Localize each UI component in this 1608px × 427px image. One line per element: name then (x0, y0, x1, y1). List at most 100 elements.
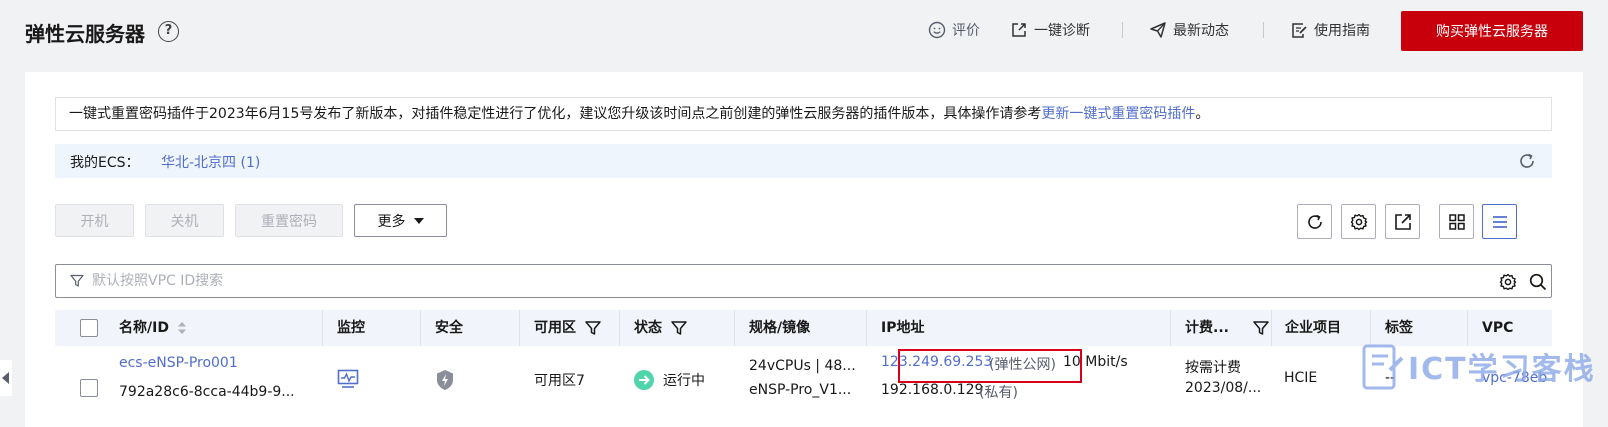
column-header-security: 安全 (435, 310, 463, 346)
column-label: 计费... (1185, 320, 1229, 336)
shield-icon[interactable] (435, 369, 455, 391)
public-ip[interactable]: 123.249.69.253 (881, 354, 992, 370)
column-header-status[interactable]: 状态 (634, 310, 688, 346)
status-text: 运行中 (663, 373, 705, 389)
image-text: eNSP-Pro_V1... (749, 382, 852, 398)
export-button[interactable] (1385, 204, 1420, 239)
page-header: 弹性云服务器 ? 评价 一键诊断 最新动态 使用指南 购买弹性云服务器 (0, 0, 1608, 64)
column-divider (420, 310, 421, 346)
running-status-icon (634, 370, 654, 390)
guide-link[interactable]: 使用指南 (1290, 20, 1370, 40)
column-label: 状态 (634, 320, 662, 336)
column-header-ip: IP地址 (881, 310, 924, 346)
select-all-checkbox[interactable] (80, 319, 98, 337)
billing-date: 2023/08/... (1185, 380, 1262, 396)
column-header-spec: 规格/镜像 (749, 310, 810, 346)
region-link[interactable]: 华北-北京四 (1) (161, 152, 260, 172)
region-label: 我的ECS： (70, 155, 140, 171)
column-label: 名称/ID (119, 320, 169, 336)
list-view-icon (1492, 215, 1507, 228)
search-icon[interactable] (1528, 272, 1548, 292)
refresh-list-button[interactable] (1297, 204, 1332, 239)
help-icon[interactable]: ? (158, 21, 179, 42)
buy-ecs-button[interactable]: 购买弹性云服务器 (1401, 11, 1583, 51)
grid-view-icon (1448, 213, 1465, 230)
diagnose-label: 一键诊断 (1034, 23, 1090, 39)
private-ip: 192.168.0.129 (881, 382, 984, 398)
column-divider (866, 310, 867, 346)
external-edit-icon (1012, 23, 1026, 37)
header-divider (1263, 22, 1264, 38)
filter-icon[interactable] (584, 319, 602, 337)
gear-icon (1350, 213, 1367, 230)
column-label: 可用区 (534, 320, 576, 336)
notice-suffix: 。 (1195, 106, 1210, 122)
watermark: ICT学习客栈 (1360, 338, 1600, 408)
bandwidth: 10 Mbit/s (1063, 354, 1128, 370)
more-dropdown[interactable]: 更多 (354, 204, 447, 237)
filter-icon[interactable] (670, 319, 688, 337)
column-header-project: 企业项目 (1285, 310, 1341, 346)
news-label: 最新动态 (1173, 23, 1229, 39)
enterprise-project: HCIE (1284, 370, 1318, 386)
more-label: 更多 (377, 213, 406, 230)
gear-icon[interactable] (1498, 272, 1518, 292)
column-header-monitor: 监控 (337, 310, 365, 346)
list-view-button[interactable] (1482, 204, 1517, 239)
column-divider (619, 310, 620, 346)
sort-icon[interactable] (177, 321, 187, 335)
row-checkbox[interactable] (80, 379, 98, 397)
guide-label: 使用指南 (1314, 23, 1370, 39)
table-header: 名称/ID 监控 安全 可用区 状态 规格/镜像 IP地址 计费... 企业项目… (55, 310, 1552, 346)
column-header-az[interactable]: 可用区 (534, 310, 602, 346)
rating-label: 评价 (952, 23, 980, 39)
column-label: 监控 (337, 320, 365, 336)
watermark-logo-icon (1362, 344, 1404, 390)
news-link[interactable]: 最新动态 (1149, 20, 1229, 40)
column-label: IP地址 (881, 320, 925, 336)
settings-button[interactable] (1341, 204, 1376, 239)
start-button[interactable]: 开机 (55, 204, 134, 237)
watermark-text: ICT学习客栈 (1408, 352, 1596, 387)
column-divider (734, 310, 735, 346)
column-divider (322, 310, 323, 346)
filter-icon[interactable] (1252, 319, 1270, 337)
column-divider (519, 310, 520, 346)
refresh-icon[interactable] (1518, 152, 1536, 170)
chevron-down-icon (413, 217, 424, 224)
chevron-left-icon (2, 372, 9, 384)
page-title: 弹性云服务器 (25, 22, 145, 46)
region-bar: 我的ECS： 华北-北京四 (1) (55, 144, 1552, 178)
instance-name-link[interactable]: ecs-eNSP-Pro001 (119, 355, 238, 371)
filter-icon (70, 274, 84, 287)
column-divider (1271, 310, 1272, 346)
billing-mode: 按需计费 (1185, 360, 1241, 376)
arrow-right-icon (639, 375, 650, 385)
availability-zone: 可用区7 (534, 373, 585, 389)
sidebar-collapse-handle[interactable] (0, 360, 12, 396)
table-row: ecs-eNSP-Pro001 792a28c6-8cca-44b9-9... … (55, 346, 1552, 427)
public-ip-type: (弹性公网) (989, 357, 1056, 373)
grid-view-button[interactable] (1439, 204, 1474, 239)
instance-id: 792a28c6-8cca-44b9-9... (119, 384, 295, 400)
diagnose-link[interactable]: 一键诊断 (1010, 20, 1090, 40)
refresh-icon (1307, 214, 1322, 229)
monitor-chart-icon[interactable] (337, 369, 359, 389)
column-divider (1170, 310, 1171, 346)
spec-text: 24vCPUs | 48... (749, 358, 856, 374)
reset-password-button[interactable]: 重置密码 (235, 204, 343, 237)
stop-button[interactable]: 关机 (145, 204, 224, 237)
header-divider (1122, 22, 1123, 38)
notice-link[interactable]: 更新一键式重置密码插件 (1041, 106, 1195, 122)
private-ip-type: (私有) (979, 385, 1018, 401)
column-header-name[interactable]: 名称/ID (119, 310, 187, 346)
notice-banner: 一键式重置密码插件于2023年6月15号发布了新版本，对插件稳定性进行了优化，建… (55, 97, 1552, 131)
rating-link[interactable]: 评价 (928, 20, 980, 40)
notice-text: 一键式重置密码插件于2023年6月15号发布了新版本，对插件稳定性进行了优化，建… (69, 106, 1042, 122)
send-icon (1150, 22, 1166, 38)
search-input[interactable] (92, 265, 1452, 297)
search-bar (55, 264, 1552, 298)
smile-icon (928, 21, 946, 39)
column-label: 规格/镜像 (749, 320, 811, 336)
column-label: 企业项目 (1285, 320, 1341, 336)
